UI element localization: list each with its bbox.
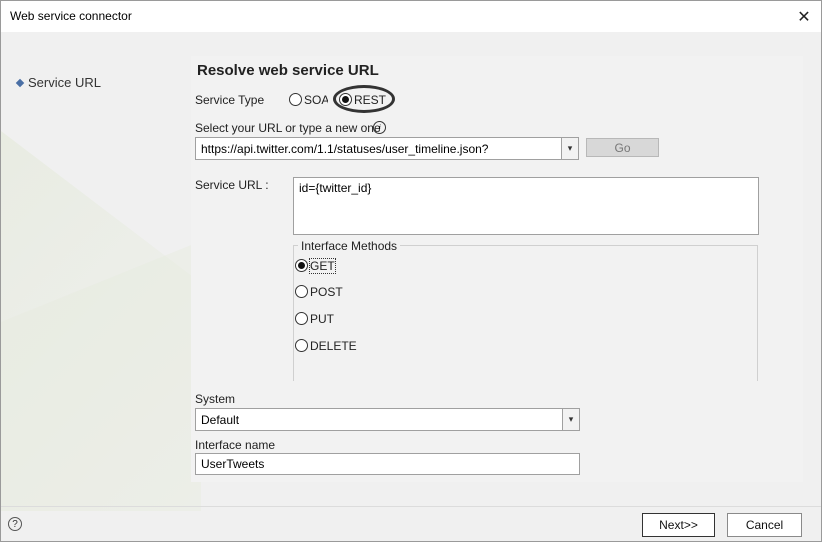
interface-methods-group [293,245,758,381]
close-icon[interactable]: ✕ [787,1,821,32]
soap-radio[interactable] [289,93,302,106]
get-radio[interactable] [295,259,308,272]
chevron-down-icon[interactable]: ▾ [562,409,579,430]
post-label: POST [310,285,343,299]
url-combobox[interactable]: https://api.twitter.com/1.1/statuses/use… [195,137,579,160]
sidebar-item-service-url[interactable]: Service URL [15,75,101,90]
url-combobox-value: https://api.twitter.com/1.1/statuses/use… [201,141,489,156]
interface-name-input[interactable]: UserTweets [195,453,580,475]
info-icon[interactable]: i [373,121,386,134]
cancel-button[interactable]: Cancel [727,513,802,537]
dialog-window: Web service connector ✕ Service URL Reso… [0,0,822,542]
go-button[interactable]: Go [586,138,659,157]
put-label: PUT [310,312,334,326]
system-label: System [195,392,236,406]
title-bar: Web service connector ✕ [1,1,821,32]
interface-name-label: Interface name [195,438,276,452]
post-radio[interactable] [295,285,308,298]
url-select-label: Select your URL or type a new one [195,121,381,135]
interface-methods-title: Interface Methods [298,239,401,253]
sidebar-item-label: Service URL [28,75,101,90]
get-label: GET [309,258,336,274]
highlight-ring-annotation [333,85,395,113]
help-icon[interactable]: ? [8,517,22,531]
soap-label: SOAP [304,93,328,107]
chevron-down-icon[interactable]: ▾ [561,138,578,159]
diamond-bullet-icon [15,78,25,87]
footer-divider [1,506,821,507]
window-title: Web service connector [10,9,132,23]
system-combobox[interactable]: Default ▾ [195,408,580,431]
delete-label: DELETE [310,339,357,353]
service-type-label: Service Type [195,93,265,107]
service-url-textarea[interactable]: id={twitter_id} [293,177,759,235]
service-url-label: Service URL : [195,178,269,192]
page-title: Resolve web service URL [197,62,379,79]
delete-radio[interactable] [295,339,308,352]
put-radio[interactable] [295,312,308,325]
next-button[interactable]: Next>> [642,513,715,537]
system-combobox-value: Default [201,412,240,427]
